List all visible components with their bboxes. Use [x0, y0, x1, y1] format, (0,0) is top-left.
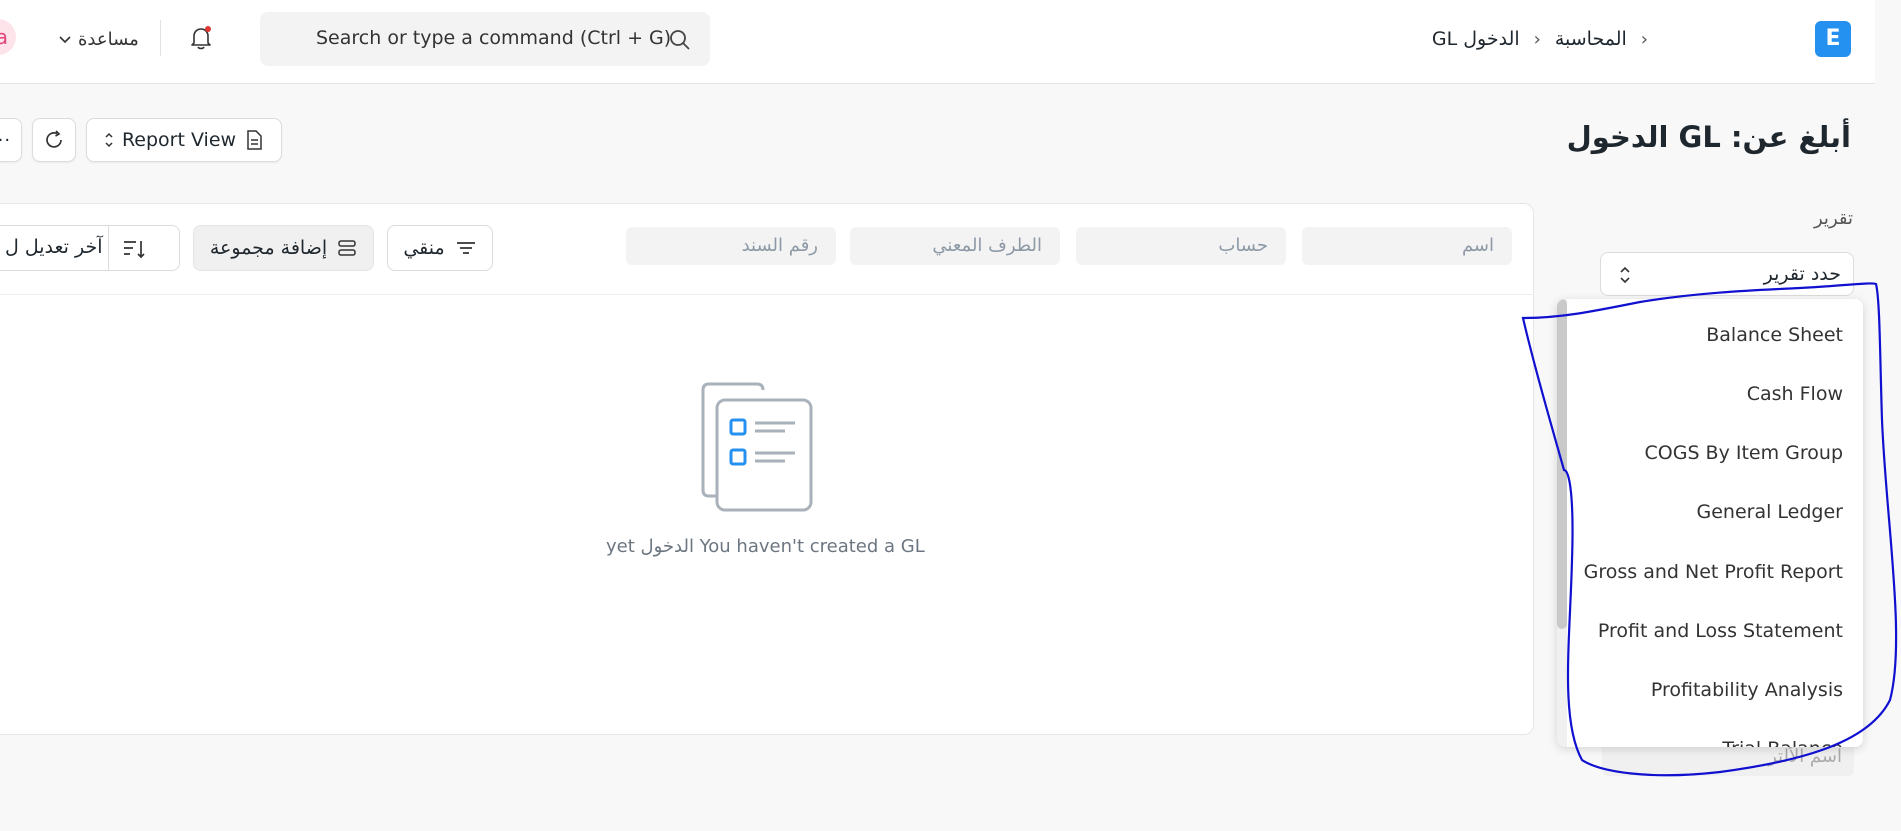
report-label: تقرير — [1814, 208, 1853, 229]
dropdown-scroll-thumb[interactable] — [1557, 299, 1567, 629]
user-avatar[interactable]: a — [0, 19, 16, 55]
group-icon — [338, 240, 356, 256]
voucher-no-filter-input[interactable]: رقم السند — [626, 227, 836, 265]
filter-label: منقي — [403, 237, 445, 259]
dropdown-option-cogs[interactable]: COGS By Item Group — [1645, 442, 1844, 464]
sort-selector[interactable]: آخر تعديل ل — [0, 225, 180, 271]
breadcrumb-separator-icon: › — [1533, 28, 1541, 50]
empty-state-message: yet الدخول You haven't created a GL — [606, 536, 925, 557]
help-label: مساعدة — [78, 28, 139, 50]
dropdown-option-profit-loss[interactable]: Profit and Loss Statement — [1598, 620, 1843, 642]
report-select-value: حدد تقرير — [1763, 263, 1841, 285]
report-select[interactable]: حدد تقرير — [1600, 252, 1854, 296]
search-bar[interactable]: Search or type a command (Ctrl + G) — [260, 12, 710, 66]
dropdown-scrollbar[interactable] — [1557, 299, 1567, 747]
document-icon — [247, 130, 262, 150]
chevron-down-icon — [59, 36, 71, 44]
app-logo[interactable]: E — [1815, 21, 1851, 57]
dropdown-option-trial-balance[interactable]: Trial Balance — [1722, 738, 1843, 747]
filter-icon — [456, 242, 475, 254]
more-menu-button[interactable]: ··· — [0, 118, 22, 162]
breadcrumb-accounting[interactable]: المحاسبة — [1555, 28, 1627, 50]
dropdown-option-balance-sheet[interactable]: Balance Sheet — [1706, 324, 1843, 346]
refresh-button[interactable] — [32, 118, 76, 162]
sort-label[interactable]: آخر تعديل ل — [5, 236, 103, 258]
party-filter-input[interactable]: الطرف المعني — [850, 227, 1060, 265]
report-view-label: Report View — [121, 129, 237, 151]
breadcrumb-gl-entry[interactable]: GL الدخول — [1432, 28, 1520, 50]
bell-icon[interactable] — [187, 24, 215, 52]
dropdown-option-profitability[interactable]: Profitability Analysis — [1651, 679, 1843, 701]
ellipsis-icon: ··· — [0, 129, 12, 151]
search-input[interactable]: Search or type a command (Ctrl + G) — [316, 27, 671, 49]
sort-divider — [108, 226, 109, 270]
breadcrumb-separator-icon: › — [1640, 28, 1648, 50]
dropdown-option-general-ledger[interactable]: General Ledger — [1697, 501, 1843, 523]
name-filter-input[interactable]: اسم — [1302, 227, 1512, 265]
report-view-button[interactable]: Report View — [86, 118, 282, 162]
navbar: a مساعدة Search or type a command (Ctrl … — [0, 0, 1875, 84]
dropdown-option-gross-net-profit[interactable]: Gross and Net Profit Report — [1584, 561, 1843, 583]
card-divider — [0, 294, 1534, 295]
refresh-icon — [46, 130, 62, 148]
page-title: أبلغ عن: GL الدخول — [1566, 120, 1851, 154]
dropdown-option-cash-flow[interactable]: Cash Flow — [1747, 383, 1843, 405]
updown-icon — [1620, 266, 1630, 284]
add-group-button[interactable]: إضافة مجموعة — [193, 225, 374, 271]
report-dropdown[interactable]: Balance Sheet Cash Flow COGS By Item Gro… — [1557, 299, 1863, 747]
help-menu[interactable]: مساعدة — [58, 26, 139, 52]
updown-icon — [105, 132, 113, 148]
navbar-divider — [160, 20, 161, 56]
account-filter-input[interactable]: حساب — [1076, 227, 1286, 265]
notification-dot-icon — [205, 26, 211, 32]
sort-order-icon[interactable] — [121, 236, 147, 262]
empty-list-icon — [701, 382, 813, 512]
filter-button[interactable]: منقي — [387, 225, 493, 271]
breadcrumb: › المحاسبة › GL الدخول — [1432, 24, 1648, 54]
search-icon — [670, 30, 690, 50]
add-group-label: إضافة مجموعة — [209, 237, 328, 259]
